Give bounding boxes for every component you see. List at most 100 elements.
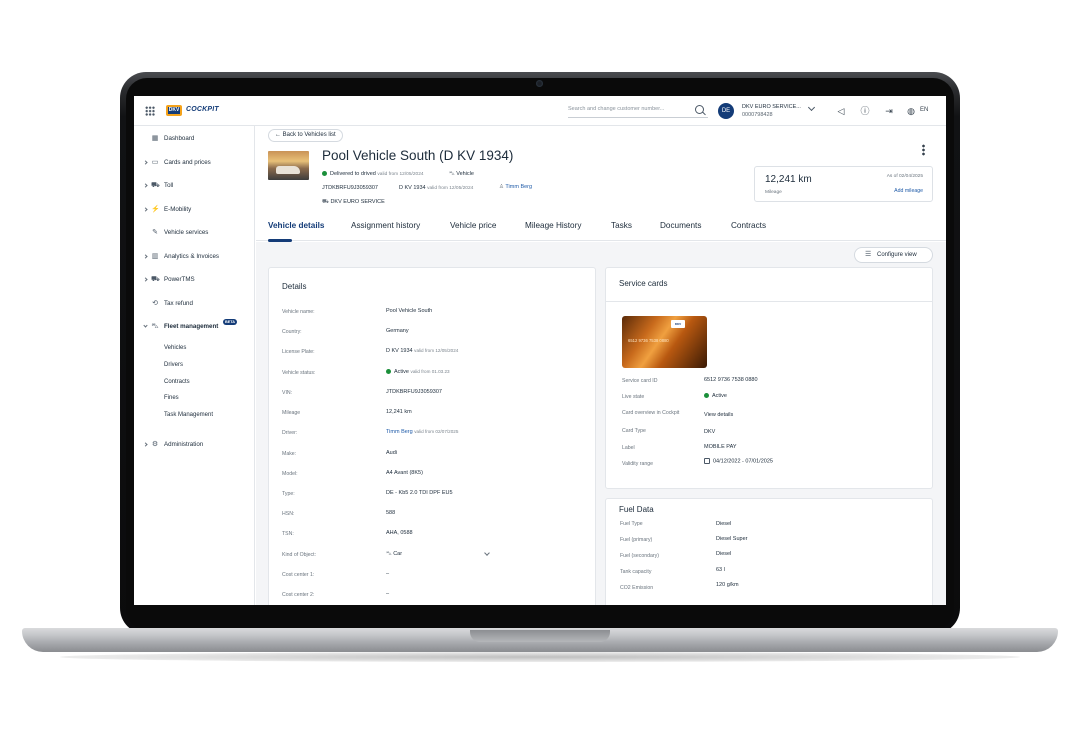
dkv-logo[interactable]: DKV xyxy=(166,105,182,116)
sidebar-subitem-vehicles[interactable]: Vehicles xyxy=(164,345,186,351)
kind-of-object-select[interactable]: ⛍ Car xyxy=(386,551,402,558)
detail-label: Kind of Object: xyxy=(282,552,317,558)
fuel-value: 120 g/km xyxy=(716,582,739,588)
detail-label: HSN: xyxy=(282,511,295,517)
sidebar-item-label: E-Mobility xyxy=(164,206,192,213)
sidebar-item-label: Administration xyxy=(164,441,204,448)
vehicle-driver[interactable]: ♙ Timm Berg xyxy=(499,184,532,190)
detail-label: Mileage xyxy=(282,410,301,416)
sidebar-subitem-fines[interactable]: Fines xyxy=(164,395,179,401)
page-title: Pool Vehicle South (D KV 1934) xyxy=(322,148,514,163)
account-name[interactable]: DKV EURO SERVICE... xyxy=(742,104,801,110)
add-mileage-link[interactable]: Add mileage xyxy=(894,188,923,194)
card-label: Validity range xyxy=(622,461,654,467)
sidebar-subitem-drivers[interactable]: Drivers xyxy=(164,362,183,368)
detail-label: VIN: xyxy=(282,390,293,396)
back-button[interactable]: ← Back to Vehicles list xyxy=(268,129,343,142)
car-icon: ⛍ xyxy=(386,551,392,557)
chevron-down-icon[interactable] xyxy=(484,550,490,556)
detail-label: Type: xyxy=(282,491,295,497)
fuel-card-image[interactable]: DKV 6512 9736 7538 0880 xyxy=(622,316,707,368)
person-icon: ♙ xyxy=(499,184,504,190)
configure-view-button[interactable]: ☰ Configure view xyxy=(854,247,933,263)
chevron-right-icon xyxy=(143,207,148,212)
mileage-card: 12,241 km Mileage As of 02/04/2025 Add m… xyxy=(754,166,933,202)
tab-contracts[interactable]: Contracts xyxy=(731,221,766,230)
view-details-link[interactable]: View details xyxy=(704,412,733,418)
fuel-value: Diesel Super xyxy=(716,536,748,542)
tab-vehicle-price[interactable]: Vehicle price xyxy=(450,221,496,230)
laptop-notch xyxy=(470,630,610,642)
detail-label: Vehicle status: xyxy=(282,370,316,376)
cockpit-logo-text: COCKPIT xyxy=(186,106,219,113)
customer-search-input[interactable]: Search and change customer number... xyxy=(568,106,708,118)
admin-icon: ⚙ xyxy=(151,441,159,448)
help-icon[interactable]: ⓘ xyxy=(860,106,870,116)
sidebar-item-e-mobility[interactable]: ⚡ E-Mobility xyxy=(134,203,255,219)
card-label: Service card ID xyxy=(622,378,658,384)
chevron-right-icon xyxy=(143,277,148,282)
tab-assignment-history[interactable]: Assignment history xyxy=(351,221,420,230)
wrench-icon: ✎ xyxy=(152,229,158,236)
sidebar-item-label: PowerTMS xyxy=(164,276,195,283)
company-icon: ⛟ xyxy=(322,199,329,205)
tab-documents[interactable]: Documents xyxy=(660,221,701,230)
cards-icon: ▭ xyxy=(151,159,159,166)
sidebar-item-fleet-management[interactable]: ⛍ Fleet management BETA xyxy=(134,319,255,336)
sidebar-item-toll[interactable]: ⛟ Toll xyxy=(134,179,255,195)
card-logo: DKV xyxy=(671,320,685,328)
sidebar-subitem-contracts[interactable]: Contracts xyxy=(164,379,190,385)
mileage-value: 12,241 km xyxy=(765,174,812,185)
detail-label: TSN: xyxy=(282,531,294,537)
beta-badge: BETA xyxy=(223,319,238,325)
avatar[interactable]: DE xyxy=(718,103,734,119)
chevron-right-icon xyxy=(143,183,148,188)
fuel-label: CO2 Emission xyxy=(620,585,654,591)
sidebar-item-powertms[interactable]: ⛟ PowerTMS xyxy=(134,273,255,289)
sidebar-subitem-task-management[interactable]: Task Management xyxy=(164,412,213,418)
sidebar-item-cards-and-prices[interactable]: ▭ Cards and prices xyxy=(134,156,255,172)
card-value: 6512 9736 7538 0880 xyxy=(704,377,758,383)
fuel-value: Diesel xyxy=(716,551,732,557)
sidebar-item-dashboard[interactable]: ▦ Dashboard xyxy=(134,132,255,148)
detail-label: Cost center 1: xyxy=(282,572,315,578)
card-validity: 04/12/2022 - 07/01/2025 xyxy=(704,458,773,464)
car-icon: ⛍ xyxy=(449,171,455,177)
detail-value: DE - Kb5 2.0 TDI DPF EU5 xyxy=(386,490,453,496)
calendar-icon xyxy=(704,458,710,464)
megaphone-icon[interactable]: ◁ xyxy=(836,106,846,116)
sidebar-item-label: Tax refund xyxy=(164,300,193,307)
detail-value: – xyxy=(386,571,390,577)
tab-bar: Vehicle details Assignment history Vehic… xyxy=(256,209,946,241)
fuel-label: Fuel Type xyxy=(620,521,643,527)
laptop-shadow xyxy=(60,652,1020,662)
app-grid-icon[interactable] xyxy=(145,106,155,116)
sidebar-item-administration[interactable]: ⚙ Administration xyxy=(134,438,255,454)
chevron-down-icon[interactable] xyxy=(807,103,816,112)
more-options-icon[interactable] xyxy=(922,144,925,156)
fuel-label: Tank capacity xyxy=(620,569,652,575)
tab-mileage-history[interactable]: Mileage History xyxy=(525,221,581,230)
dashboard-icon: ▦ xyxy=(151,135,159,142)
status-dot-icon xyxy=(704,393,709,399)
tab-vehicle-details[interactable]: Vehicle details xyxy=(268,221,324,230)
fuel-label: Fuel (secondary) xyxy=(620,553,659,559)
camera-icon xyxy=(536,80,543,87)
card-label: Label xyxy=(622,445,635,451)
sidebar-item-vehicle-services[interactable]: ✎ Vehicle services xyxy=(134,226,255,242)
search-icon[interactable] xyxy=(695,105,704,114)
card-value: DKV xyxy=(704,429,716,435)
language-selector[interactable]: EN xyxy=(920,107,928,113)
tab-tasks[interactable]: Tasks xyxy=(611,221,632,230)
sidebar-item-analytics[interactable]: ▥ Analytics & Invoices xyxy=(134,250,255,266)
vehicle-status: Delivered to drived valid from 12/05/202… xyxy=(322,171,424,177)
globe-icon[interactable]: ◍ xyxy=(906,106,916,116)
detail-value: AHA, 0588 xyxy=(386,530,413,536)
status-dot-icon xyxy=(386,369,391,375)
main-content: ← Back to Vehicles list Pool Vehicle Sou… xyxy=(256,126,946,605)
sidebar-item-tax-refund[interactable]: ⟲ Tax refund xyxy=(134,297,255,313)
detail-value-driver[interactable]: Timm Berg valid from 02/07/2025 xyxy=(386,429,458,435)
logout-icon[interactable]: ⇥ xyxy=(884,106,894,116)
chevron-right-icon xyxy=(143,160,148,165)
analytics-icon: ▥ xyxy=(151,253,159,260)
